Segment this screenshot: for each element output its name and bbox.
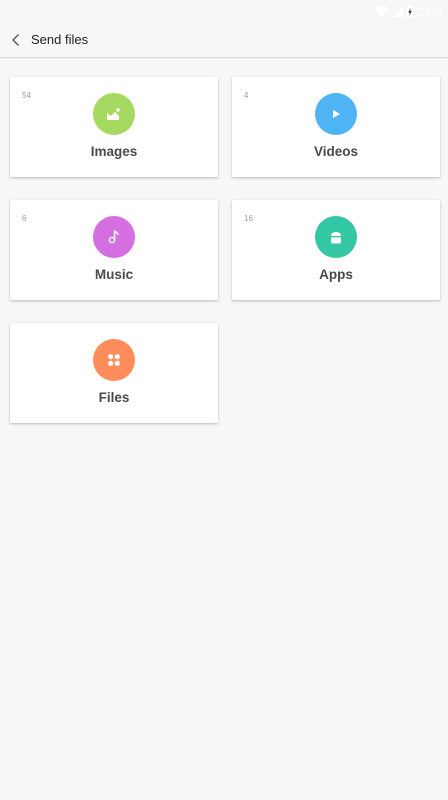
card-label: Images — [90, 144, 138, 159]
wifi-icon — [373, 5, 389, 17]
android-icon — [315, 216, 357, 258]
card-label: Videos — [313, 144, 359, 159]
category-card-music[interactable]: 6 Music — [10, 200, 218, 300]
category-card-videos[interactable]: 4 Videos — [232, 77, 440, 177]
chevron-left-icon — [11, 33, 21, 47]
back-button[interactable] — [2, 22, 30, 58]
page-title: Send files — [31, 32, 89, 47]
battery-charging-icon — [406, 4, 414, 18]
category-card-images[interactable]: 54 Images — [10, 77, 218, 177]
music-note-icon — [93, 216, 135, 258]
item-count: 54 — [22, 91, 31, 100]
item-count: 16 — [244, 214, 253, 223]
card-label: Music — [94, 267, 134, 282]
status-bar: 2:09 — [0, 0, 448, 22]
card-label: Apps — [319, 267, 353, 282]
item-count: 4 — [244, 91, 249, 100]
grid-dots-icon — [93, 339, 135, 381]
category-card-apps[interactable]: 16 Apps — [232, 200, 440, 300]
play-icon — [315, 93, 357, 135]
signal-icon — [391, 5, 403, 17]
item-count: 6 — [22, 214, 27, 223]
status-time: 2:09 — [415, 3, 442, 19]
header-bar: Send files — [0, 22, 448, 58]
image-icon — [93, 93, 135, 135]
category-card-files[interactable]: Files — [10, 323, 218, 423]
card-label: Files — [98, 390, 130, 405]
